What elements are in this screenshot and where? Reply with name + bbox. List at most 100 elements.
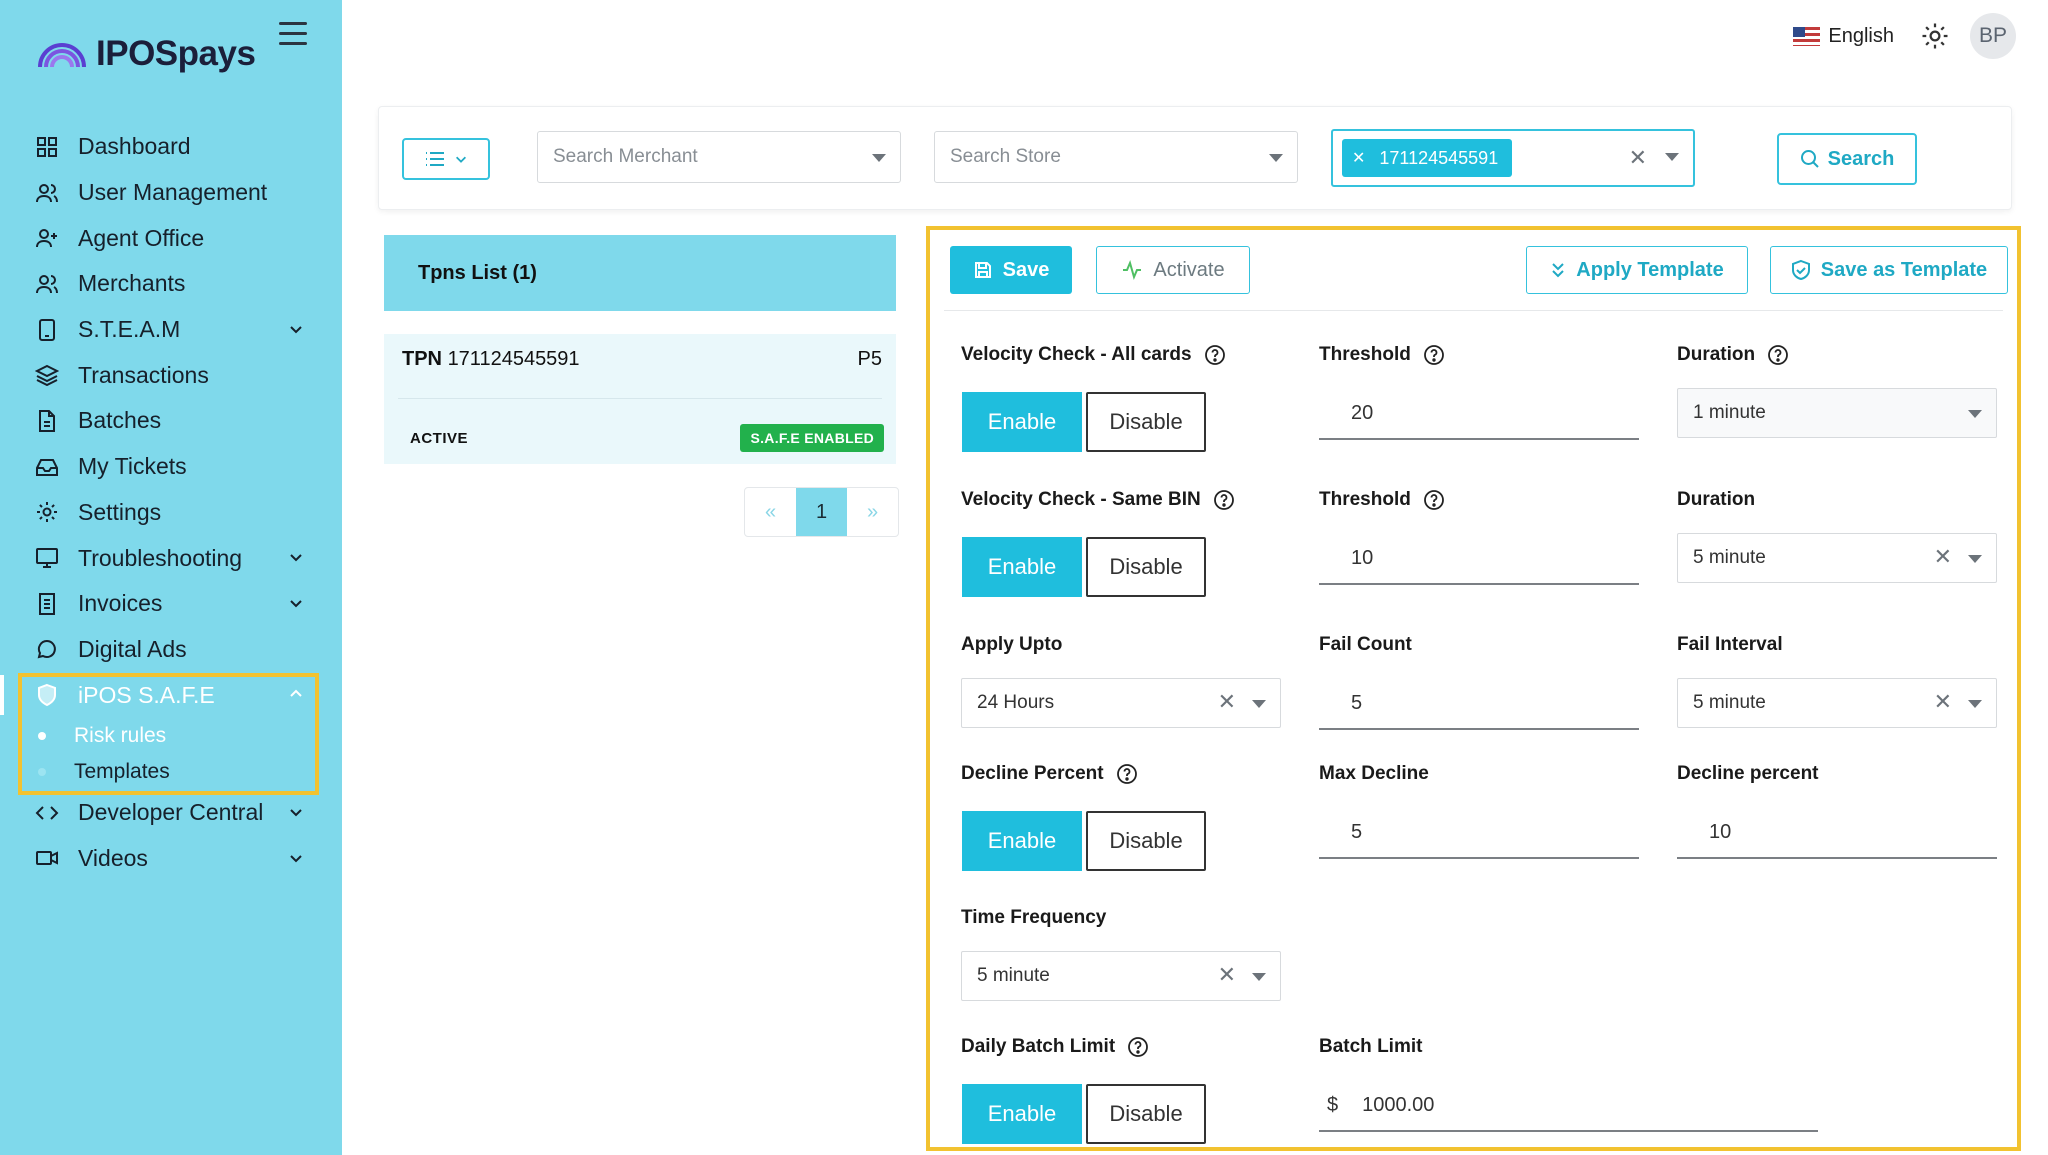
floppy-disk-icon: [974, 262, 991, 278]
decline-percent-label-text: Decline Percent: [961, 763, 1104, 784]
clear-selection-icon[interactable]: ✕: [1218, 689, 1236, 715]
sidebar-item-label: Dashboard: [78, 133, 191, 160]
clear-selection-icon[interactable]: ✕: [1629, 145, 1647, 171]
sidebar-item-developer-central[interactable]: Developer Central: [0, 790, 342, 836]
sidebar-item-label: Batches: [78, 407, 162, 434]
tpn-multi-select[interactable]: ✕ 171124545591 ✕: [1331, 129, 1695, 187]
apply-template-button[interactable]: Apply Template: [1526, 246, 1748, 294]
caret-down-icon: [1968, 700, 1982, 708]
sidebar-item-user-management[interactable]: User Management: [0, 170, 342, 216]
help-icon[interactable]: [1127, 1036, 1149, 1058]
velocity-all-disable-button[interactable]: Disable: [1086, 392, 1206, 452]
clear-selection-icon[interactable]: ✕: [1934, 544, 1952, 570]
list-icon: [426, 152, 444, 166]
sidebar-item-label: Developer Central: [78, 799, 264, 826]
clear-selection-icon[interactable]: ✕: [1218, 962, 1236, 988]
menu-toggle-icon[interactable]: [279, 22, 307, 46]
daily-batch-enable-button[interactable]: Enable: [962, 1084, 1082, 1144]
help-icon[interactable]: [1116, 763, 1138, 785]
merchant-search-select[interactable]: Search Merchant: [537, 131, 901, 183]
apply-upto-label: Apply Upto: [961, 634, 1062, 656]
brand-logo[interactable]: IPOSpays: [36, 34, 256, 74]
activate-button[interactable]: Activate: [1096, 246, 1250, 294]
velocity-bin-disable-button[interactable]: Disable: [1086, 537, 1206, 597]
chevron-down-icon: [290, 809, 302, 817]
divider: [944, 310, 2003, 311]
store-search-select[interactable]: Search Store: [934, 131, 1298, 183]
threshold-label-text: Threshold: [1319, 344, 1411, 365]
sidebar-item-troubleshooting[interactable]: Troubleshooting: [0, 535, 342, 581]
clear-selection-icon[interactable]: ✕: [1934, 689, 1952, 715]
search-button[interactable]: Search: [1777, 133, 1917, 185]
sidebar-item-settings[interactable]: Settings: [0, 490, 342, 536]
avatar[interactable]: BP: [1970, 13, 2016, 59]
fail-count-input[interactable]: 5: [1319, 678, 1639, 730]
list-view-toggle[interactable]: [402, 138, 490, 180]
sidebar-item-transactions[interactable]: Transactions: [0, 352, 342, 398]
velocity-all-enable-button[interactable]: Enable: [962, 392, 1082, 452]
sidebar-item-label: Troubleshooting: [78, 544, 243, 571]
settings-gear-icon[interactable]: [1920, 21, 1950, 51]
sidebar-subitem-risk-rules[interactable]: Risk rules: [0, 718, 342, 754]
time-frequency-select[interactable]: 5 minute ✕: [961, 951, 1281, 1001]
sidebar-item-ipos-safe[interactable]: iPOS S.A.F.E: [0, 672, 342, 718]
sidebar-item-videos[interactable]: Videos: [0, 836, 342, 882]
tpn-list-item[interactable]: TPN 171124545591 P5 ACTIVE S.A.F.E ENABL…: [384, 334, 896, 464]
sidebar-item-batches[interactable]: Batches: [0, 398, 342, 444]
pagination-prev-button[interactable]: «: [745, 488, 796, 536]
remove-tag-icon[interactable]: ✕: [1352, 148, 1365, 168]
tpn-list-header: Tpns List (1): [384, 235, 896, 311]
top-bar: English BP: [1793, 13, 2048, 59]
decline-percent-toggle: Enable Disable: [962, 811, 1206, 871]
velocity-bin-threshold-input[interactable]: 10: [1319, 533, 1639, 585]
daily-batch-disable-button[interactable]: Disable: [1086, 1084, 1206, 1144]
double-chevron-down-icon: [1552, 263, 1564, 278]
caret-down-icon: [1252, 973, 1266, 981]
sidebar-item-steam[interactable]: S.T.E.A.M: [0, 307, 342, 353]
sidebar-item-merchants[interactable]: Merchants: [0, 261, 342, 307]
layers-icon: [34, 362, 60, 388]
selected-tpn-value: 171124545591: [1379, 147, 1499, 168]
pagination-next-button[interactable]: »: [847, 488, 898, 536]
sidebar-item-invoices[interactable]: Invoices: [0, 581, 342, 627]
decline-percent-label: Decline Percent: [961, 763, 1138, 785]
velocity-all-threshold-input[interactable]: 20: [1319, 388, 1639, 440]
language-selector[interactable]: English: [1793, 25, 1894, 48]
duration-label-text: Duration: [1677, 489, 1756, 510]
fail-interval-label-text: Fail Interval: [1677, 634, 1783, 655]
divider: [398, 398, 882, 399]
sidebar-item-my-tickets[interactable]: My Tickets: [0, 444, 342, 490]
caret-down-icon: [872, 154, 886, 162]
caret-down-icon: [1968, 410, 1982, 418]
sidebar-item-digital-ads[interactable]: Digital Ads: [0, 627, 342, 673]
caret-down-icon: [1269, 154, 1283, 162]
help-icon[interactable]: [1423, 489, 1445, 511]
batch-limit-input[interactable]: $ 1000.00: [1319, 1080, 1818, 1132]
sidebar-subitem-templates[interactable]: Templates: [0, 754, 342, 790]
chevron-down-icon: [290, 854, 302, 863]
save-as-template-button[interactable]: Save as Template: [1770, 246, 2008, 294]
fail-interval-select[interactable]: 5 minute ✕: [1677, 678, 1997, 728]
velocity-bin-enable-button[interactable]: Enable: [962, 537, 1082, 597]
sidebar-item-dashboard[interactable]: Dashboard: [0, 124, 342, 170]
velocity-bin-duration-select[interactable]: 5 minute ✕: [1677, 533, 1997, 583]
save-button[interactable]: Save: [950, 246, 1072, 294]
velocity-all-duration-select[interactable]: 1 minute: [1677, 388, 1997, 438]
apply-upto-select[interactable]: 24 Hours ✕: [961, 678, 1281, 728]
bullet-icon: [38, 731, 46, 740]
velocity-all-label-text: Velocity Check - All cards: [961, 344, 1192, 365]
max-decline-input[interactable]: 5: [1319, 807, 1639, 859]
pagination-page-button[interactable]: 1: [796, 488, 847, 536]
help-icon[interactable]: [1213, 489, 1235, 511]
help-icon[interactable]: [1204, 344, 1226, 366]
sidebar: IPOSpays Dashboard User Management Agent…: [0, 0, 342, 1155]
help-icon[interactable]: [1423, 344, 1445, 366]
sidebar-item-agent-office[interactable]: Agent Office: [0, 215, 342, 261]
tpn-number: 171124545591: [447, 348, 580, 370]
decline-percent-disable-button[interactable]: Disable: [1086, 811, 1206, 871]
decline-percent-enable-button[interactable]: Enable: [962, 811, 1082, 871]
time-frequency-label-text: Time Frequency: [961, 907, 1107, 928]
help-icon[interactable]: [1767, 344, 1789, 366]
selected-tpn-tag[interactable]: ✕ 171124545591: [1342, 139, 1513, 177]
decline-percent-input[interactable]: 10: [1677, 807, 1997, 859]
